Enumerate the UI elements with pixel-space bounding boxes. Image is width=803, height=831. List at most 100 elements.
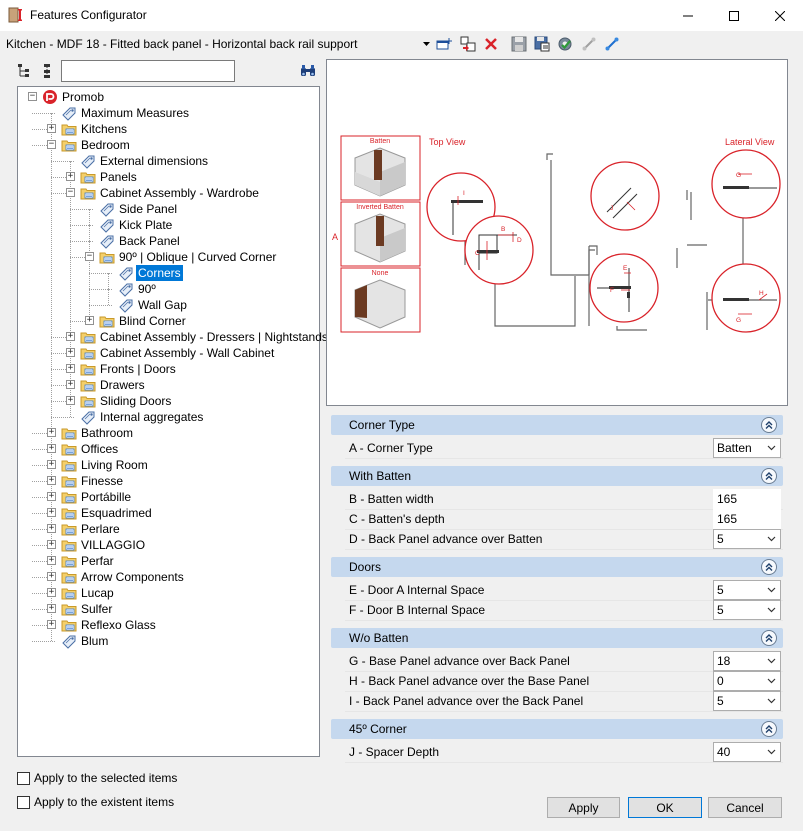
minimize-button[interactable] [665,0,711,31]
tree-expand-toggle[interactable]: + [47,476,56,485]
tree-expand-toggle[interactable]: + [47,588,56,597]
tree-item[interactable]: Blum [18,633,318,649]
tree-collapse-button[interactable] [39,62,57,80]
tree-item[interactable]: Internal aggregates [18,409,318,425]
tree-expand-toggle[interactable]: + [66,172,75,181]
property-select[interactable]: 40 [713,742,781,762]
cancel-button[interactable]: Cancel [708,797,782,818]
tree-expand-toggle[interactable]: + [47,124,56,133]
tree-item[interactable]: − Promob [18,89,318,105]
tree-item[interactable]: + Arrow Components [18,569,318,585]
tree-expand-toggle[interactable]: + [47,460,56,469]
tree-item[interactable]: + Sliding Doors [18,393,318,409]
property-select[interactable]: 5 [713,691,781,711]
tree-item[interactable]: + Drawers [18,377,318,393]
tree-item[interactable]: Maximum Measures [18,105,318,121]
tree-item[interactable]: − Cabinet Assembly - Wardrobe [18,185,318,201]
tree-expand-toggle[interactable]: + [47,444,56,453]
tree-expand-toggle[interactable]: + [47,556,56,565]
feature-tree[interactable]: − Promob Maximum Measures + Kitchens − Bedroom… [17,86,328,757]
tree-expand-toggle[interactable]: + [66,396,75,405]
tree-collapse-toggle[interactable]: − [28,92,37,101]
property-select[interactable]: 5 [713,529,781,549]
chevron-down-icon[interactable] [764,653,778,669]
apply-selected-checkbox[interactable] [17,771,30,785]
category-collapse-button[interactable] [761,468,777,484]
tree-item[interactable]: + Perfar [18,553,318,569]
tree-expand-toggle[interactable]: + [47,524,56,533]
tree-item[interactable]: − Bedroom [18,137,318,153]
delete-config-button[interactable] [481,35,501,53]
apply-selected-option[interactable]: Apply to the selected items [17,770,177,786]
category-collapse-button[interactable] [761,559,777,575]
tree-item[interactable]: + Fronts | Doors [18,361,318,377]
tree-item[interactable]: + Cabinet Assembly - Wall Cabinet [18,345,318,361]
property-select[interactable]: 5 [713,600,781,620]
apply-existent-checkbox[interactable] [17,795,30,809]
tree-item[interactable]: + Lucap [18,585,318,601]
copy-config-button[interactable] [458,35,478,53]
property-input[interactable]: 165 [713,489,781,509]
tree-item[interactable]: + Offices [18,441,318,457]
ok-button[interactable]: OK [628,797,702,818]
tree-item[interactable]: + Esquadrimed [18,505,318,521]
chevron-down-icon[interactable] [764,531,778,547]
tree-expand-toggle[interactable]: + [47,572,56,581]
property-input[interactable]: 165 [713,509,781,529]
configuration-dropdown-button[interactable] [420,35,432,53]
link-disabled-button[interactable] [579,35,599,53]
chevron-down-icon[interactable] [764,673,778,689]
tree-expand-toggle[interactable]: + [47,428,56,437]
maximize-button[interactable] [711,0,757,31]
tree-collapse-toggle[interactable]: − [47,140,56,149]
tree-item[interactable]: Kick Plate [18,217,318,233]
apply-button[interactable]: Apply [547,797,620,818]
category-collapse-button[interactable] [761,721,777,737]
tree-item[interactable]: + Panels [18,169,318,185]
property-select[interactable]: 5 [713,580,781,600]
tree-expand-toggle[interactable]: + [47,492,56,501]
link-button[interactable] [602,35,622,53]
configuration-select[interactable]: Kitchen - MDF 18 - Fitted back panel - H… [4,35,432,53]
tree-item[interactable]: + Kitchens [18,121,318,137]
property-select[interactable]: 18 [713,651,781,671]
tree-item[interactable]: Corners [18,265,318,281]
tree-item[interactable]: + Bathroom [18,425,318,441]
property-select[interactable]: Batten [713,438,781,458]
category-collapse-button[interactable] [761,630,777,646]
tree-item[interactable]: + VILLAGGIO [18,537,318,553]
chevron-down-icon[interactable] [764,602,778,618]
tree-item[interactable]: Back Panel [18,233,318,249]
add-config-button[interactable] [434,35,454,53]
chevron-down-icon[interactable] [764,440,778,456]
tree-item[interactable]: + Blind Corner [18,313,318,329]
tree-expand-toggle[interactable]: + [47,540,56,549]
chevron-down-icon[interactable] [764,693,778,709]
tree-item[interactable]: + Living Room [18,457,318,473]
tree-item[interactable]: 90º [18,281,318,297]
save-as-button[interactable] [532,35,552,53]
property-select[interactable]: 0 [713,671,781,691]
tree-item[interactable]: + Finesse [18,473,318,489]
tree-expand-button[interactable] [16,62,34,80]
tree-expand-toggle[interactable]: + [47,604,56,613]
tree-collapse-toggle[interactable]: − [66,188,75,197]
tree-item[interactable]: + Reflexo Glass [18,617,318,633]
tree-expand-toggle[interactable]: + [66,332,75,341]
tree-expand-toggle[interactable]: + [66,348,75,357]
tree-expand-toggle[interactable]: + [66,364,75,373]
tree-item[interactable]: + Perlare [18,521,318,537]
tree-item[interactable]: External dimensions [18,153,318,169]
chevron-down-icon[interactable] [764,744,778,760]
tree-item[interactable]: Wall Gap [18,297,318,313]
search-button[interactable] [298,62,318,80]
tree-item[interactable]: + Cabinet Assembly - Dressers | Nightstan… [18,329,328,345]
close-button[interactable] [757,0,803,31]
tree-expand-toggle[interactable]: + [66,380,75,389]
tree-search-input[interactable] [61,60,235,82]
tree-expand-toggle[interactable]: + [85,316,94,325]
tree-expand-toggle[interactable]: + [47,508,56,517]
category-collapse-button[interactable] [761,417,777,433]
tree-item[interactable]: + Sulfer [18,601,318,617]
tree-item[interactable]: + Portábille [18,489,318,505]
